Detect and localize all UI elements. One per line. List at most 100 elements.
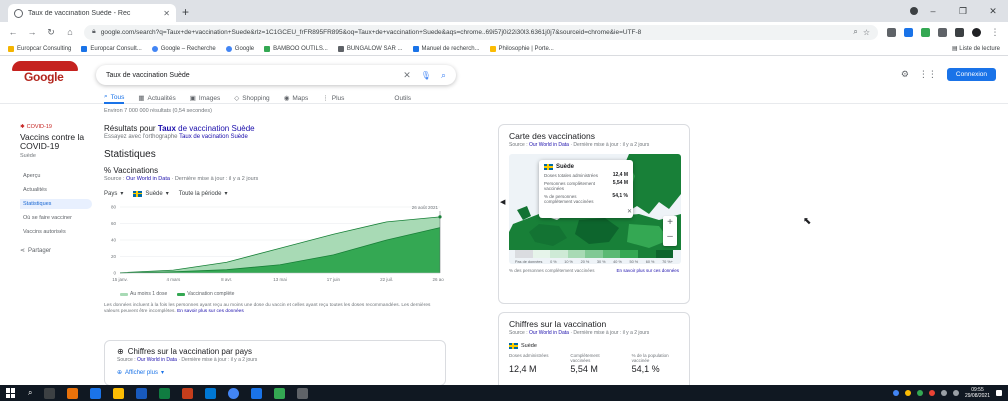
app-icon[interactable] — [67, 387, 79, 399]
close-tab-icon[interactable]: ✕ — [163, 9, 170, 18]
source-link[interactable]: Our World in Data — [529, 330, 569, 336]
tools-button[interactable]: Outils — [394, 92, 411, 104]
settings-gear-icon[interactable]: ⚙ — [901, 69, 909, 80]
bookmark[interactable]: Europcar Consulting — [8, 45, 71, 52]
sidebar-item-authorized-vaccines[interactable]: Vaccins autorisés — [20, 227, 92, 237]
bookmark-star-icon[interactable]: ☆ — [863, 28, 870, 37]
powerpoint-icon[interactable] — [182, 387, 194, 399]
vaccination-map[interactable]: Suède Doses totales administrées 12,4 M P… — [509, 154, 681, 264]
url-text[interactable]: google.com/search?q=Taux+de+vaccination+… — [101, 29, 849, 36]
tab-images[interactable]: ▣ Images — [190, 92, 220, 104]
google-doodle-logo[interactable]: Google — [10, 61, 80, 87]
vaccinations-heading: % Vaccinations — [104, 166, 159, 175]
task-view-icon[interactable] — [44, 387, 56, 399]
map-info-link[interactable]: En savoir plus sur ces données — [616, 268, 679, 273]
extension-icon[interactable] — [904, 27, 913, 37]
sidebar-item-overview[interactable]: Aperçu — [20, 171, 92, 181]
forward-arrow-icon[interactable]: → — [27, 27, 37, 37]
chart-note-link[interactable]: En savoir plus sur ces données — [177, 309, 244, 314]
reload-icon[interactable]: ↻ — [46, 27, 56, 38]
tab-news[interactable]: ▦ Actualités — [138, 92, 175, 104]
excel-icon[interactable] — [159, 387, 171, 399]
bookmark[interactable]: Philosophie | Porte... — [489, 45, 554, 52]
word-icon[interactable] — [136, 387, 148, 399]
bookmark[interactable]: Google – Recherche — [151, 45, 216, 52]
profile-icon[interactable] — [910, 7, 918, 15]
menu-kebab-icon[interactable]: ⋮ — [990, 27, 1000, 38]
sidebar-item-statistics[interactable]: Statistiques — [20, 199, 92, 209]
extension-icon[interactable] — [921, 27, 930, 37]
close-window-button[interactable]: ✕ — [978, 3, 1008, 19]
reading-list[interactable]: ▤ Liste de lecture — [945, 45, 1000, 52]
header-actions: ⚙ ⋮⋮ Connexion — [901, 68, 996, 81]
country-dropdown[interactable]: Suède ▾ — [133, 190, 169, 197]
lock-icon[interactable]: 🔒︎ — [92, 28, 96, 36]
sidebar-item-where-to-vaccinate[interactable]: Où se faire vacciner — [20, 213, 92, 223]
tag-icon: ◇ — [234, 95, 240, 102]
notification-icon[interactable] — [996, 390, 1002, 396]
corrected-term[interactable]: Taux — [158, 124, 176, 133]
tray-icon[interactable] — [916, 390, 923, 396]
source-link[interactable]: Our World in Data — [137, 357, 177, 363]
sidebar-item-news[interactable]: Actualités — [20, 185, 92, 195]
address-bar[interactable]: 🔒︎ google.com/search?q=Taux+de+vaccinati… — [84, 24, 878, 40]
bookmark[interactable]: Manuel de recherch... — [412, 45, 480, 52]
volume-icon[interactable] — [952, 390, 959, 396]
tooltip-close-icon[interactable]: ✕ — [627, 208, 632, 215]
search-icon[interactable]: ⌕ — [853, 27, 857, 37]
search-input[interactable]: Taux de vaccination Suède — [106, 72, 393, 79]
clear-icon[interactable]: ✕ — [403, 70, 411, 81]
sweden-flag-icon — [544, 164, 553, 170]
source-link[interactable]: Our World in Data — [126, 176, 170, 182]
search-box[interactable]: Taux de vaccination Suède ✕ 🎙︎ ⌕ — [96, 65, 456, 85]
wifi-icon[interactable] — [940, 390, 947, 396]
new-tab-button[interactable]: + — [182, 5, 189, 19]
apps-grid-icon[interactable]: ⋮⋮ — [919, 69, 937, 80]
tab-shopping[interactable]: ◇ Shopping — [234, 92, 269, 104]
bookmark[interactable]: BUNGALOW SAR ... — [337, 45, 403, 52]
corrected-query-link[interactable]: de vaccination Suède — [176, 124, 255, 133]
maximize-button[interactable]: ❐ — [948, 3, 978, 19]
result-stats: Environ 7 000 000 résultats (0,54 second… — [104, 108, 212, 114]
app-icon[interactable] — [274, 387, 286, 399]
back-arrow-icon[interactable]: ← — [8, 27, 18, 37]
share-button[interactable]: ⋖ Partager — [20, 247, 92, 255]
search-icon[interactable]: ⌕ — [28, 388, 32, 398]
extension-icon[interactable] — [938, 27, 947, 37]
search-icon[interactable]: ⌕ — [441, 70, 446, 81]
zoom-out-button[interactable]: – — [663, 230, 677, 244]
windows-start-icon[interactable] — [6, 388, 16, 398]
app-icon[interactable] — [297, 387, 309, 399]
tray-icon[interactable] — [892, 390, 899, 396]
bookmark[interactable]: Google — [225, 45, 254, 52]
folder-icon[interactable] — [113, 387, 125, 399]
period-dropdown[interactable]: Toute la période ▾ — [179, 190, 228, 198]
bookmark[interactable]: BAMBOO OUTILS... — [264, 45, 328, 52]
outlook-icon[interactable] — [205, 387, 217, 399]
browser-tab[interactable]: Taux de vaccination Suède - Rec ✕ — [8, 4, 176, 22]
signin-button[interactable]: Connexion — [946, 68, 996, 81]
show-more-button[interactable]: ⊕ Afficher plus ▾ — [117, 369, 433, 377]
extension-icon[interactable] — [887, 27, 896, 37]
tray-icon[interactable] — [928, 390, 935, 396]
scope-dropdown[interactable]: Pays ▾ — [104, 190, 123, 198]
bookmark[interactable]: Europcar Consult... — [81, 45, 142, 52]
chrome-icon[interactable] — [228, 387, 240, 399]
zoom-in-button[interactable]: + — [663, 216, 677, 230]
browser-toolbar: ← → ↻ ⌂ 🔒︎ google.com/search?q=Taux+de+v… — [0, 22, 1008, 42]
tab-all[interactable]: ⌕ Tous — [104, 92, 125, 104]
tray-icon[interactable] — [904, 390, 911, 396]
search-instead-link[interactable]: Taux de vacination Suède — [179, 134, 248, 140]
source-link[interactable]: Our World in Data — [529, 142, 569, 148]
tab-maps[interactable]: ◉ Maps — [284, 92, 309, 104]
microphone-icon[interactable]: 🎙︎ — [421, 71, 431, 80]
app-icon[interactable] — [251, 387, 263, 399]
puzzle-icon[interactable] — [955, 27, 964, 37]
tab-more[interactable]: ⋮ Plus — [322, 92, 344, 104]
app-icon[interactable] — [90, 387, 102, 399]
profile-avatar[interactable] — [972, 27, 981, 37]
home-icon[interactable]: ⌂ — [65, 27, 75, 37]
vaccination-chart[interactable]: 0 20 40 60 80 26 août 2021 15 janv. 4 mars 8 avr… — [104, 201, 444, 289]
minimize-button[interactable]: – — [918, 3, 948, 19]
clock[interactable]: 09:55 29/08/2021 — [965, 387, 990, 399]
